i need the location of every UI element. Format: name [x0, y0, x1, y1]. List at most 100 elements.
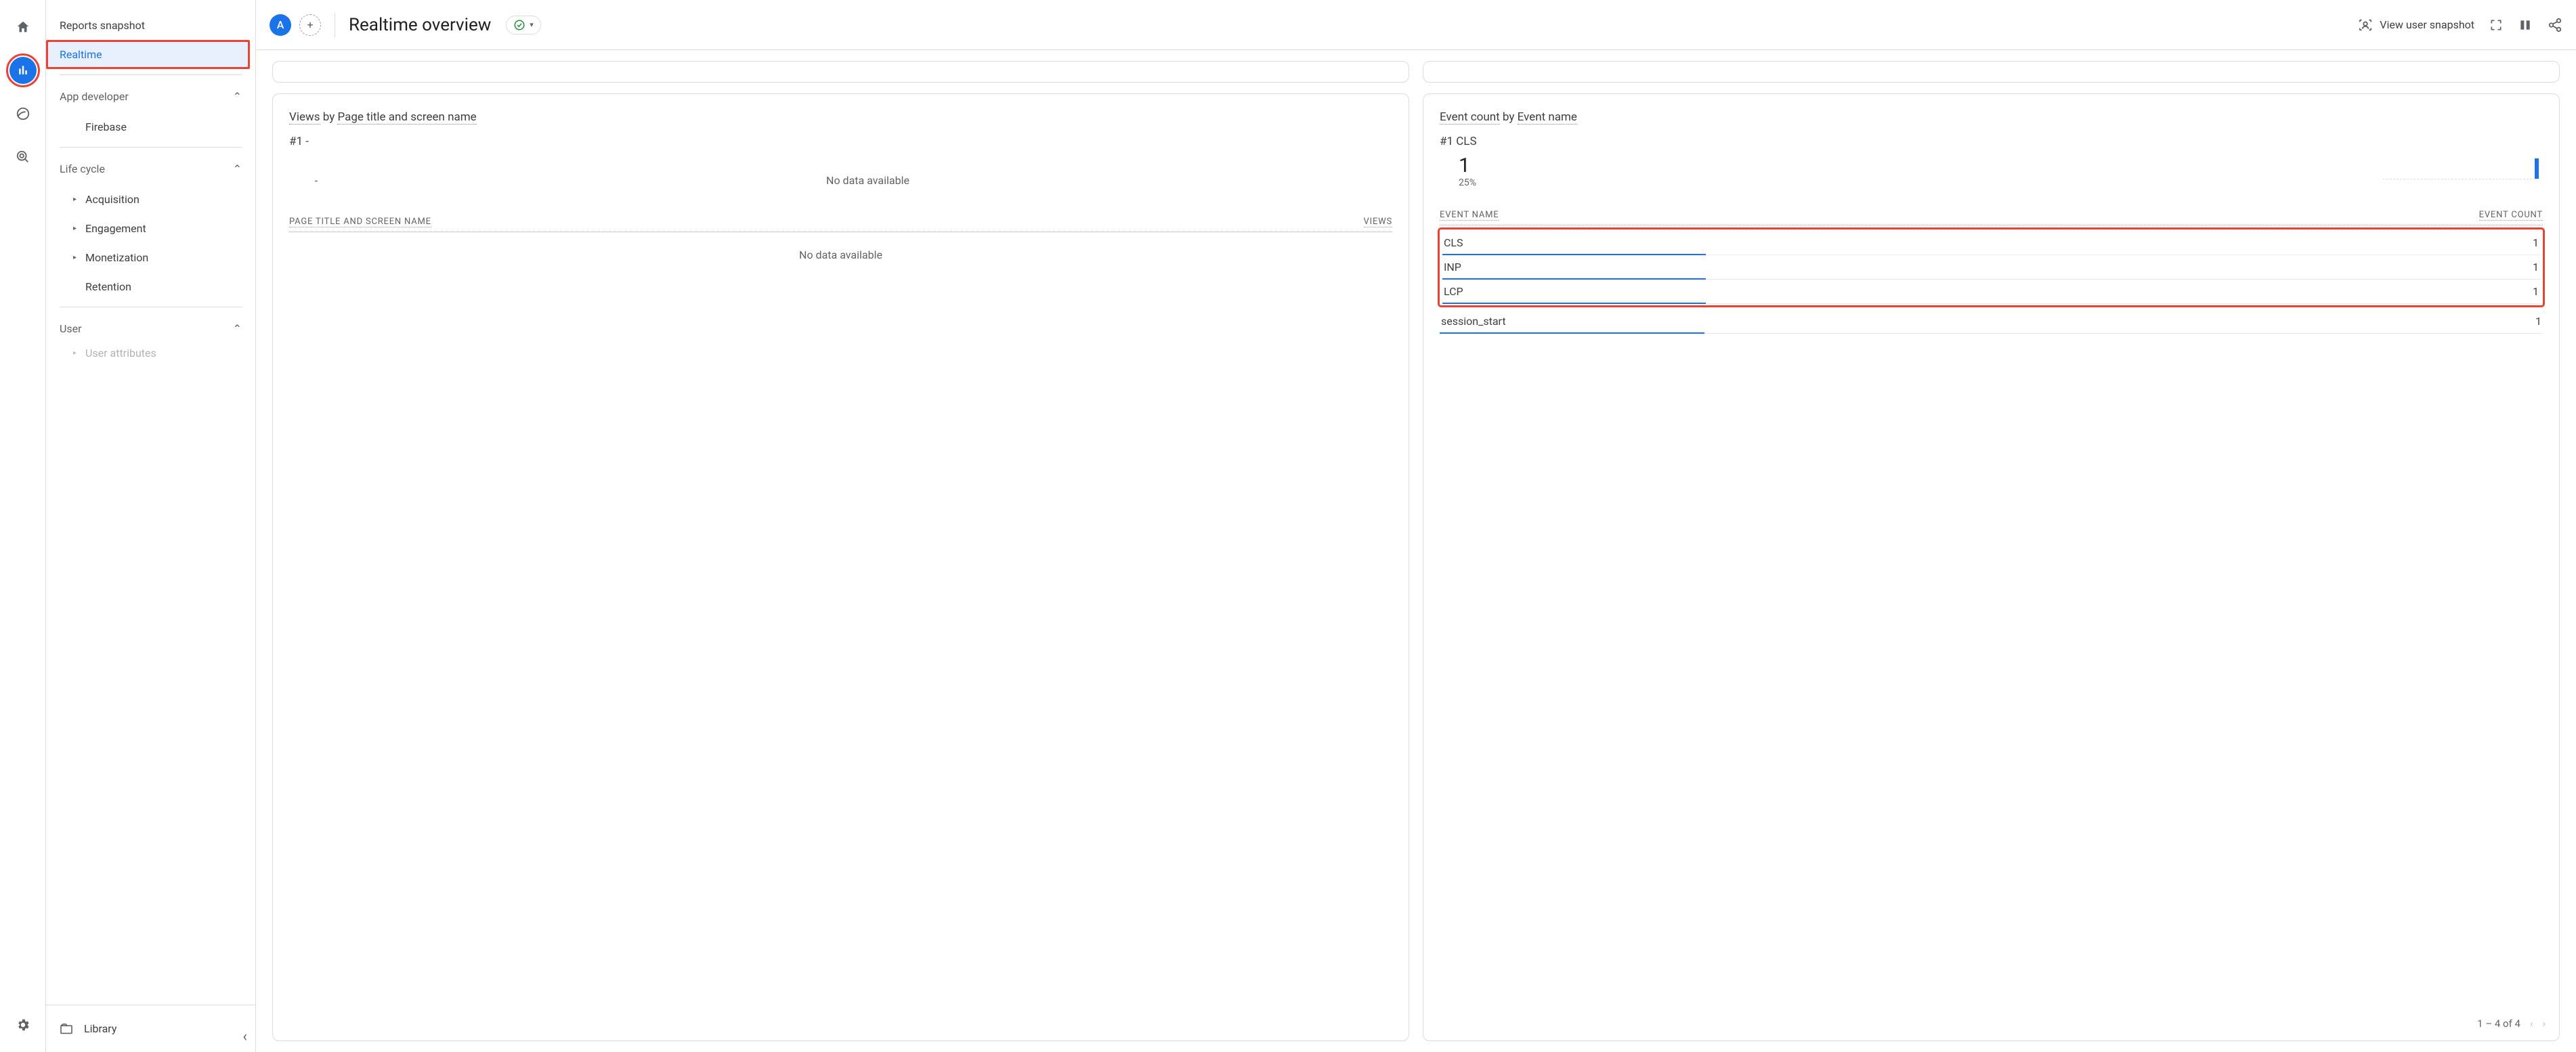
col-views: VIEWS	[1364, 217, 1392, 227]
right-column: Event count by Event name #1 CLS 1 25% E…	[1423, 61, 2560, 1041]
nav-sub-label: Engagement	[85, 222, 146, 235]
chevron-up-icon: ⌃	[233, 90, 242, 103]
pagination: 1 – 4 of 4 ‹ ›	[2477, 1017, 2546, 1030]
col-event-name: EVENT NAME	[1440, 210, 1499, 221]
nav-section-life-cycle[interactable]: Life cycle ⌃	[46, 153, 255, 185]
event-name-cell: LCP	[1444, 285, 1463, 298]
nav-sub-label: Acquisition	[85, 193, 139, 206]
nav-firebase[interactable]: Firebase	[46, 112, 255, 141]
left-column: Views by Page title and screen name #1 -…	[272, 61, 1409, 1041]
events-card: Event count by Event name #1 CLS 1 25% E…	[1423, 93, 2560, 1041]
caret-right-icon: ▸	[73, 225, 80, 232]
table-row[interactable]: CLS 1	[1442, 231, 2540, 255]
nav-sub-label: User attributes	[85, 347, 156, 359]
events-card-title: Event count by Event name	[1440, 110, 2543, 124]
pager-prev-icon[interactable]: ‹	[2530, 1017, 2533, 1030]
nav-section-user[interactable]: User ⌃	[46, 313, 255, 345]
compare-icon[interactable]	[2518, 18, 2533, 32]
events-table-body-highlighted: CLS 1 INP 1 LCP 1	[1440, 229, 2543, 305]
by-text: by	[320, 110, 338, 124]
views-rank: #1 -	[289, 135, 1392, 148]
table-row[interactable]: LCP 1	[1442, 280, 2540, 304]
views-card-title: Views by Page title and screen name	[289, 110, 1392, 124]
nav-reports-snapshot[interactable]: Reports snapshot	[46, 11, 250, 40]
caret-right-icon: ▸	[73, 349, 80, 357]
card-stub-top-left	[272, 61, 1409, 83]
col-page-title: PAGE TITLE AND SCREEN NAME	[289, 217, 431, 227]
library-icon	[60, 1024, 73, 1034]
nav-engagement[interactable]: ▸ Engagement	[46, 214, 255, 243]
share-icon[interactable]	[2548, 18, 2562, 32]
pager-text: 1 – 4 of 4	[2477, 1017, 2520, 1030]
col-event-count: EVENT COUNT	[2479, 210, 2543, 221]
events-table-header: EVENT NAME EVENT COUNT	[1440, 206, 2543, 225]
nav-library-label: Library	[84, 1022, 116, 1035]
table-row[interactable]: INP 1	[1442, 255, 2540, 280]
views-table-nodata: No data available	[289, 232, 1392, 278]
event-count-cell: 1	[2535, 315, 2541, 328]
nav-retention[interactable]: Retention	[46, 272, 255, 301]
sparkline	[2383, 155, 2539, 182]
views-card: Views by Page title and screen name #1 -…	[272, 93, 1409, 1041]
event-count-cell: 1	[2533, 261, 2539, 273]
snapshot-button-label: View user snapshot	[2380, 18, 2474, 31]
nav-section-label: Life cycle	[60, 162, 105, 175]
nav-library[interactable]: Library ‹	[46, 1005, 255, 1052]
add-comparison-button[interactable]: +	[299, 14, 321, 36]
dimension-label[interactable]: Page title and screen name	[337, 110, 476, 125]
caret-right-icon: ▸	[73, 196, 80, 203]
content-area: Views by Page title and screen name #1 -…	[256, 50, 2576, 1052]
caret-right-icon: ▸	[73, 254, 80, 261]
events-rank: #1 CLS	[1440, 135, 2543, 148]
event-name-cell: session_start	[1441, 315, 1506, 328]
nav-section-label: App developer	[60, 90, 129, 103]
dimension-label[interactable]: Event name	[1518, 110, 1577, 125]
divider	[60, 147, 242, 148]
admin-gear-icon[interactable]	[9, 1011, 37, 1038]
card-stub-top-right	[1423, 61, 2560, 83]
divider	[60, 74, 242, 75]
nav-sub-label: Monetization	[85, 251, 148, 264]
row-bar	[1442, 303, 1706, 304]
nav-acquisition[interactable]: ▸ Acquisition	[46, 185, 255, 214]
user-snapshot-icon	[2358, 18, 2373, 32]
event-count-cell: 1	[2533, 236, 2539, 249]
reports-nav-panel: Reports snapshot Realtime App developer …	[46, 0, 256, 1052]
nav-realtime[interactable]: Realtime	[46, 40, 250, 69]
event-name-cell: CLS	[1444, 236, 1463, 249]
metric-label[interactable]: Views	[289, 110, 320, 125]
event-name-cell: INP	[1444, 261, 1461, 273]
chevron-up-icon: ⌃	[233, 162, 242, 175]
events-top-pct: 25%	[1440, 177, 2543, 188]
no-data-text: No data available	[343, 174, 1392, 187]
page-title: Realtime overview	[349, 15, 491, 35]
explore-icon[interactable]	[9, 100, 37, 127]
chevron-down-icon: ▾	[530, 20, 534, 29]
nav-section-app-developer[interactable]: App developer ⌃	[46, 81, 255, 112]
by-text: by	[1500, 110, 1518, 124]
fullscreen-icon[interactable]	[2489, 18, 2503, 32]
table-row[interactable]: session_start 1	[1440, 309, 2543, 334]
row-bar	[1440, 332, 1704, 334]
audience-chip[interactable]: A	[270, 14, 291, 36]
main-area: A + Realtime overview ▾ View user snapsh…	[256, 0, 2576, 1052]
metric-label[interactable]: Event count	[1440, 110, 1500, 125]
dash-placeholder: -	[289, 174, 343, 187]
events-table-body-rest: session_start 1	[1440, 309, 2543, 334]
nav-monetization[interactable]: ▸ Monetization	[46, 243, 255, 272]
home-icon[interactable]	[9, 14, 37, 41]
check-circle-icon	[513, 19, 525, 31]
pager-next-icon[interactable]: ›	[2542, 1017, 2546, 1030]
view-user-snapshot-button[interactable]: View user snapshot	[2358, 18, 2474, 32]
nav-user-attributes[interactable]: ▸ User attributes	[46, 345, 255, 361]
spark-bar	[2535, 158, 2539, 179]
event-count-cell: 1	[2533, 285, 2539, 298]
collapse-nav-icon[interactable]: ‹	[242, 1028, 247, 1045]
left-icon-rail	[0, 0, 46, 1052]
topbar: A + Realtime overview ▾ View user snapsh…	[256, 0, 2576, 50]
reports-icon[interactable]	[9, 57, 37, 84]
chevron-up-icon: ⌃	[233, 322, 242, 335]
status-pill[interactable]: ▾	[506, 16, 541, 35]
events-top-value: 1	[1440, 154, 2543, 177]
advertising-icon[interactable]	[9, 144, 37, 171]
